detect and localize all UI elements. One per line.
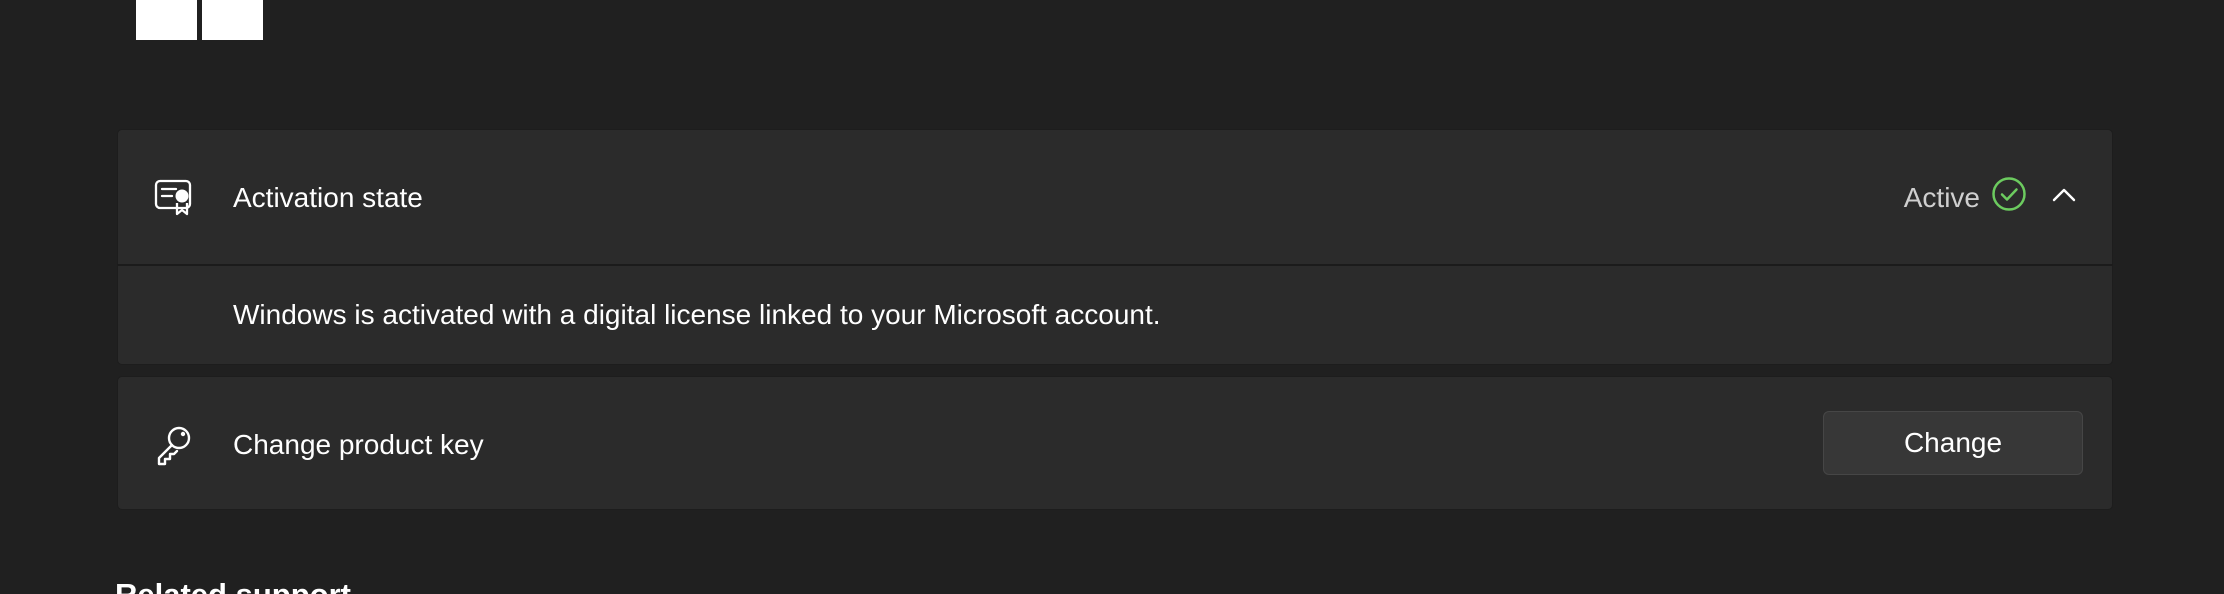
- activation-state-label: Activation state: [233, 182, 423, 213]
- change-product-key-button[interactable]: Change: [1823, 411, 2083, 475]
- settings-activation-page: Activation state Active Windows is activ…: [0, 0, 2224, 594]
- change-product-key-card: Change product key Change: [117, 376, 2113, 510]
- related-support-heading: Related support: [115, 575, 351, 594]
- key-icon: [152, 423, 196, 467]
- activation-status-text: Active: [1903, 182, 1980, 213]
- check-circle-icon-svg: [1992, 177, 2026, 211]
- activation-state-row[interactable]: Activation state Active: [118, 130, 2112, 264]
- check-circle-icon: [1991, 176, 2027, 212]
- certificate-icon-svg: [154, 179, 192, 216]
- chevron-up-icon[interactable]: [2051, 182, 2077, 208]
- windows-logo-right-pane: [202, 0, 263, 40]
- change-product-key-label: Change product key: [233, 429, 484, 460]
- activation-state-card[interactable]: Activation state Active: [117, 129, 2113, 265]
- windows-logo-icon: [136, 0, 263, 40]
- windows-logo-left-pane: [136, 0, 197, 40]
- key-icon-svg: [157, 426, 191, 466]
- chevron-up-icon-svg: [2052, 188, 2076, 202]
- change-product-key-row: Change product key Change: [118, 377, 2112, 509]
- certificate-icon: [152, 176, 196, 220]
- activation-detail-panel: Windows is activated with a digital lice…: [117, 264, 2113, 365]
- activation-detail-text: Windows is activated with a digital lice…: [233, 299, 1161, 330]
